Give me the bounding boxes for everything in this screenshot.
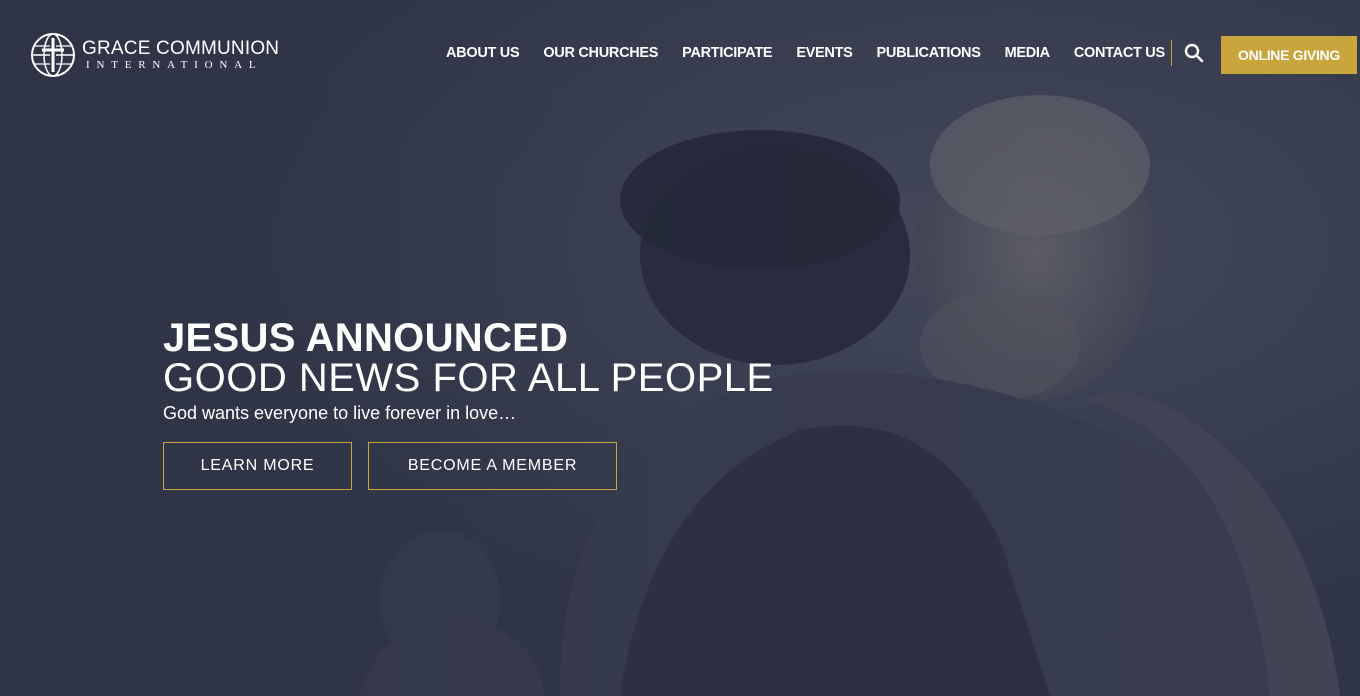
page: GRACE COMMUNION INTERNATIONAL ABOUT US O… — [0, 0, 1360, 696]
site-header: GRACE COMMUNION INTERNATIONAL ABOUT US O… — [0, 0, 1360, 108]
hero-cta-row: LEARN MORE BECOME A MEMBER — [163, 442, 774, 490]
online-giving-button[interactable]: ONLINE GIVING — [1221, 36, 1357, 74]
nav-item-publications[interactable]: PUBLICATIONS — [877, 44, 981, 62]
nav-item-media[interactable]: MEDIA — [1005, 44, 1051, 62]
nav-item-our-churches[interactable]: OUR CHURCHES — [543, 44, 658, 62]
brand-name: GRACE COMMUNION — [82, 37, 280, 59]
search-icon — [1184, 43, 1204, 63]
nav-divider — [1171, 40, 1172, 66]
hero-headline-regular: GOOD NEWS FOR ALL PEOPLE — [163, 356, 774, 400]
logo-text: GRACE COMMUNION INTERNATIONAL — [82, 37, 280, 72]
nav-item-participate[interactable]: PARTICIPATE — [682, 44, 772, 62]
hero-tagline: God wants everyone to live forever in lo… — [163, 403, 517, 423]
logo[interactable]: GRACE COMMUNION INTERNATIONAL — [30, 32, 279, 78]
search-button[interactable] — [1183, 42, 1205, 64]
become-member-button[interactable]: BECOME A MEMBER — [368, 442, 617, 490]
globe-cross-icon — [31, 33, 75, 77]
nav-item-events[interactable]: EVENTS — [796, 44, 853, 62]
nav-item-contact-us[interactable]: CONTACT US — [1074, 44, 1165, 62]
hero-content: JESUS ANNOUNCED GOOD NEWS FOR ALL PEOPLE… — [163, 318, 774, 490]
learn-more-button[interactable]: LEARN MORE — [163, 442, 352, 490]
brand-subname: INTERNATIONAL — [86, 58, 263, 71]
hero-headline-bold: JESUS ANNOUNCED — [163, 316, 569, 360]
nav-item-about-us[interactable]: ABOUT US — [446, 44, 520, 62]
main-nav: ABOUT US OUR CHURCHES PARTICIPATE EVENTS… — [446, 44, 1165, 62]
